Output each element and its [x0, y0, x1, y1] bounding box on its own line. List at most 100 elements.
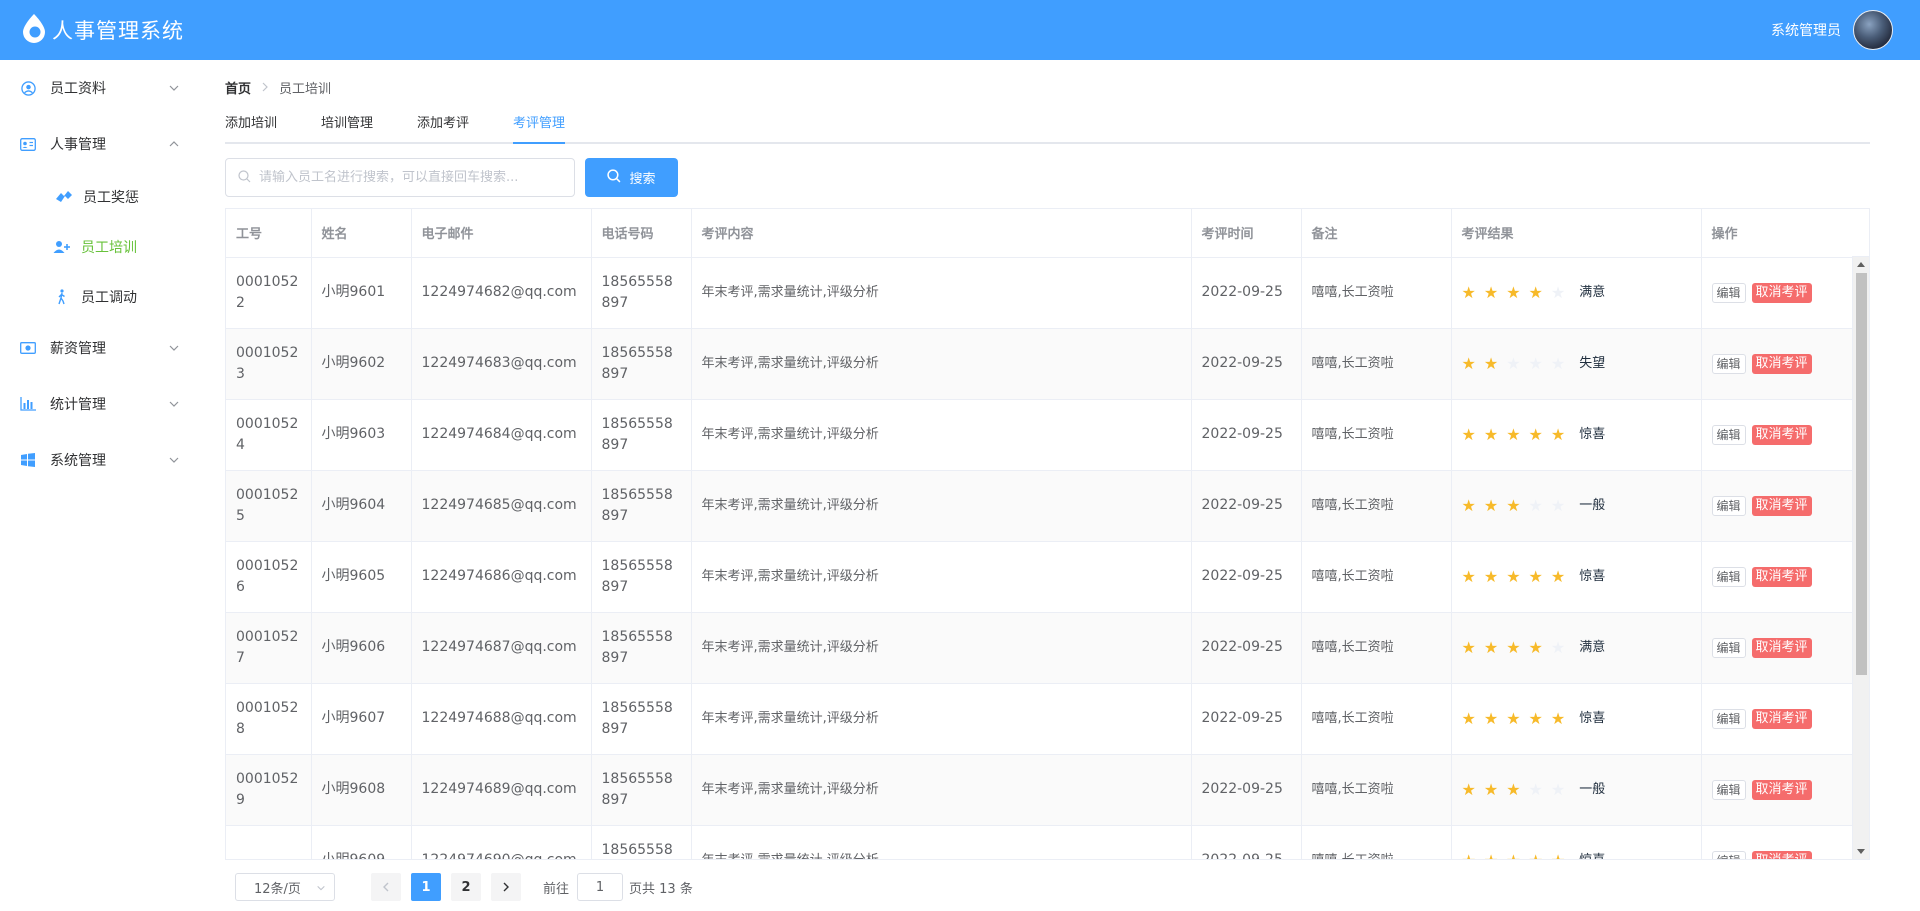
star-icon[interactable]: ★ [1506, 781, 1520, 798]
jump-page-input[interactable] [577, 873, 624, 901]
page-number-button[interactable]: 2 [451, 873, 481, 901]
cancel-evaluation-button[interactable]: 取消考评 [1751, 424, 1812, 445]
page-size-select[interactable]: 12条/页 [235, 873, 335, 901]
star-icon[interactable]: ★ [1529, 852, 1543, 859]
edit-button[interactable]: 编辑 [1711, 566, 1746, 587]
star-icon[interactable]: ★ [1529, 426, 1543, 443]
edit-button[interactable]: 编辑 [1711, 850, 1746, 859]
star-rating[interactable]: ★ ★ ★ ★ ★ 满意 [1462, 282, 1691, 303]
star-icon[interactable]: ★ [1506, 284, 1520, 301]
star-icon[interactable]: ★ [1551, 355, 1565, 372]
edit-button[interactable]: 编辑 [1711, 637, 1746, 658]
sidebar-subitem-rewards[interactable]: 员工奖惩 [0, 172, 200, 222]
star-rating[interactable]: ★ ★ ★ ★ ★ 惊喜 [1462, 566, 1691, 587]
cancel-evaluation-button[interactable]: 取消考评 [1751, 708, 1812, 729]
star-icon[interactable]: ★ [1484, 781, 1498, 798]
star-icon[interactable]: ★ [1529, 568, 1543, 585]
cancel-evaluation-button[interactable]: 取消考评 [1751, 566, 1812, 587]
star-icon[interactable]: ★ [1551, 639, 1565, 656]
star-icon[interactable]: ★ [1506, 497, 1520, 514]
cancel-evaluation-button[interactable]: 取消考评 [1751, 850, 1812, 859]
star-rating[interactable]: ★ ★ ★ ★ ★ 惊喜 [1462, 424, 1691, 445]
star-rating[interactable]: ★ ★ ★ ★ ★ 一般 [1462, 779, 1691, 800]
star-icon[interactable]: ★ [1551, 781, 1565, 798]
sidebar-item-salary[interactable]: 薪资管理 [0, 320, 200, 376]
star-icon[interactable]: ★ [1506, 355, 1520, 372]
tab-training-manage[interactable]: 培训管理 [321, 112, 373, 144]
search-input[interactable] [259, 170, 559, 185]
star-icon[interactable]: ★ [1484, 426, 1498, 443]
prev-page-button[interactable] [371, 873, 401, 901]
star-rating[interactable]: ★ ★ ★ ★ ★ 失望 [1462, 353, 1691, 374]
sidebar-subitem-training[interactable]: 员工培训 [0, 222, 200, 272]
star-icon[interactable]: ★ [1462, 710, 1476, 727]
edit-button[interactable]: 编辑 [1711, 424, 1746, 445]
star-icon[interactable]: ★ [1462, 497, 1476, 514]
star-icon[interactable]: ★ [1551, 426, 1565, 443]
star-icon[interactable]: ★ [1484, 497, 1498, 514]
edit-button[interactable]: 编辑 [1711, 779, 1746, 800]
star-icon[interactable]: ★ [1551, 852, 1565, 859]
star-icon[interactable]: ★ [1484, 710, 1498, 727]
star-icon[interactable]: ★ [1529, 284, 1543, 301]
tab-add-evaluation[interactable]: 添加考评 [417, 112, 469, 144]
star-rating[interactable]: ★ ★ ★ ★ ★ 一般 [1462, 495, 1691, 516]
star-icon[interactable]: ★ [1529, 497, 1543, 514]
table-scrollbar[interactable] [1852, 257, 1869, 859]
page-number-button[interactable]: 1 [411, 873, 441, 901]
sidebar-item-hr[interactable]: 人事管理 [0, 116, 200, 172]
avatar[interactable] [1853, 10, 1893, 50]
star-icon[interactable]: ★ [1506, 852, 1520, 859]
next-page-button[interactable] [491, 873, 521, 901]
star-icon[interactable]: ★ [1462, 426, 1476, 443]
star-icon[interactable]: ★ [1462, 284, 1476, 301]
scrollbar-thumb[interactable] [1856, 273, 1867, 675]
star-rating[interactable]: ★ ★ ★ ★ ★ 惊喜 [1462, 850, 1691, 859]
star-icon[interactable]: ★ [1529, 781, 1543, 798]
cancel-evaluation-button[interactable]: 取消考评 [1751, 282, 1812, 303]
cancel-evaluation-button[interactable]: 取消考评 [1751, 495, 1812, 516]
tab-add-training[interactable]: 添加培训 [225, 112, 277, 144]
star-icon[interactable]: ★ [1506, 639, 1520, 656]
star-icon[interactable]: ★ [1506, 710, 1520, 727]
star-icon[interactable]: ★ [1551, 497, 1565, 514]
star-icon[interactable]: ★ [1462, 568, 1476, 585]
tab-evaluation-manage[interactable]: 考评管理 [513, 112, 566, 144]
brand[interactable]: 人事管理系统 [20, 13, 184, 47]
star-icon[interactable]: ★ [1506, 568, 1520, 585]
edit-button[interactable]: 编辑 [1711, 353, 1746, 374]
search-button[interactable]: 搜索 [585, 158, 678, 197]
star-rating[interactable]: ★ ★ ★ ★ ★ 惊喜 [1462, 708, 1691, 729]
cancel-evaluation-button[interactable]: 取消考评 [1751, 353, 1812, 374]
breadcrumb-home[interactable]: 首页 [225, 78, 251, 97]
star-icon[interactable]: ★ [1484, 355, 1498, 372]
star-icon[interactable]: ★ [1551, 710, 1565, 727]
star-icon[interactable]: ★ [1506, 426, 1520, 443]
star-icon[interactable]: ★ [1551, 284, 1565, 301]
edit-button[interactable]: 编辑 [1711, 708, 1746, 729]
star-icon[interactable]: ★ [1484, 852, 1498, 859]
sidebar-item-statistics[interactable]: 统计管理 [0, 376, 200, 432]
scroll-down-icon[interactable] [1857, 849, 1865, 854]
star-icon[interactable]: ★ [1462, 639, 1476, 656]
sidebar-item-employee-info[interactable]: 员工资料 [0, 60, 200, 116]
star-rating[interactable]: ★ ★ ★ ★ ★ 满意 [1462, 637, 1691, 658]
edit-button[interactable]: 编辑 [1711, 282, 1746, 303]
star-icon[interactable]: ★ [1484, 568, 1498, 585]
cancel-evaluation-button[interactable]: 取消考评 [1751, 637, 1812, 658]
star-icon[interactable]: ★ [1484, 639, 1498, 656]
star-icon[interactable]: ★ [1551, 568, 1565, 585]
scroll-up-icon[interactable] [1857, 262, 1865, 267]
sidebar-item-system[interactable]: 系统管理 [0, 432, 200, 488]
star-icon[interactable]: ★ [1529, 355, 1543, 372]
edit-button[interactable]: 编辑 [1711, 495, 1746, 516]
search-field[interactable] [225, 158, 575, 197]
star-icon[interactable]: ★ [1462, 852, 1476, 859]
star-icon[interactable]: ★ [1462, 781, 1476, 798]
star-icon[interactable]: ★ [1529, 710, 1543, 727]
star-icon[interactable]: ★ [1462, 355, 1476, 372]
sidebar-subitem-transfer[interactable]: 员工调动 [0, 272, 200, 322]
cancel-evaluation-button[interactable]: 取消考评 [1751, 779, 1812, 800]
star-icon[interactable]: ★ [1529, 639, 1543, 656]
star-icon[interactable]: ★ [1484, 284, 1498, 301]
